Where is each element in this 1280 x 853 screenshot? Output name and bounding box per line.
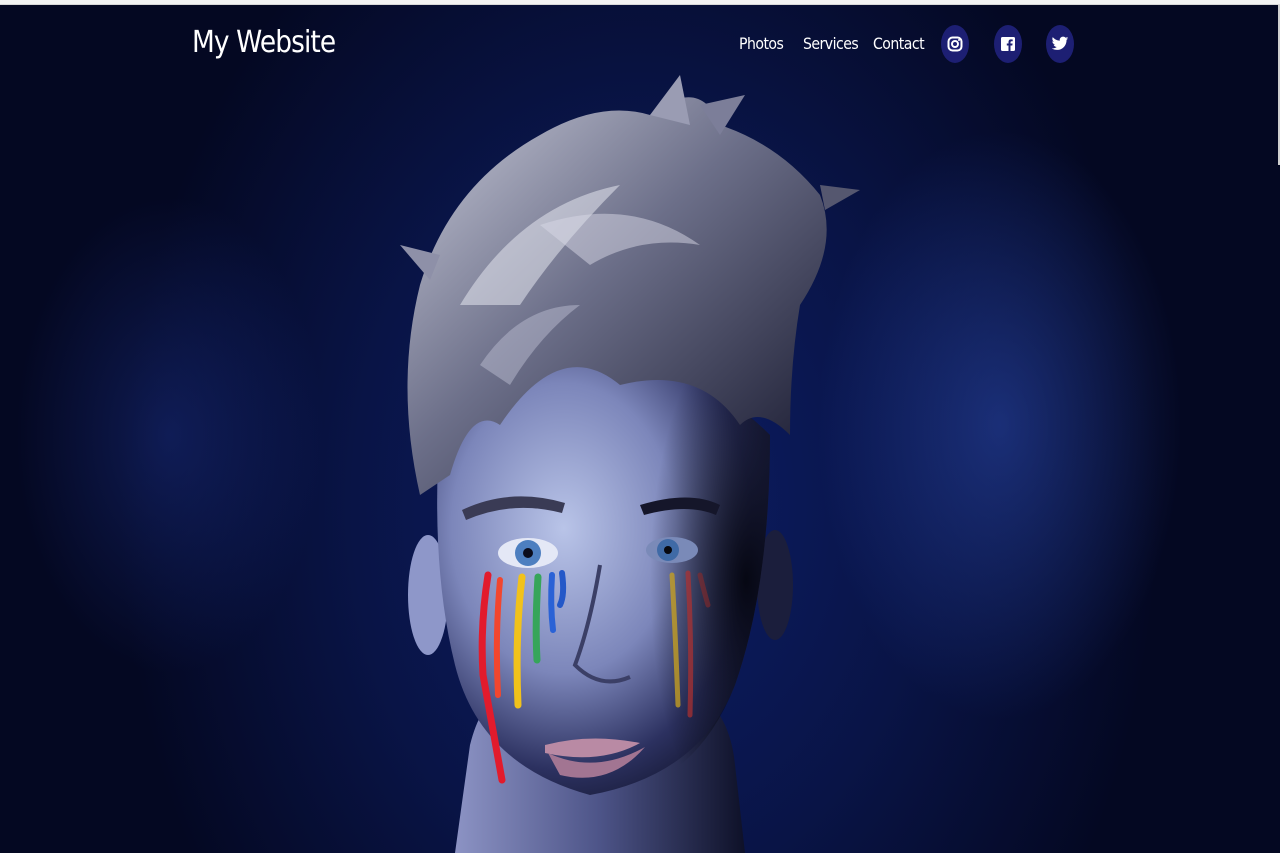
nav-link-services[interactable]: Services [803, 34, 859, 53]
instagram-icon [947, 36, 963, 52]
twitter-icon [1051, 36, 1069, 50]
site-header: My Website Photos Services Contact [0, 5, 1280, 85]
hero-section [0, 5, 1280, 853]
instagram-button[interactable] [941, 25, 969, 63]
nav-link-contact[interactable]: Contact [873, 34, 925, 53]
twitter-button[interactable] [1046, 25, 1074, 63]
hero-portrait-image [400, 75, 860, 853]
facebook-button[interactable] [994, 25, 1022, 63]
site-logo-link[interactable]: My Website [192, 25, 336, 60]
nav-link-photos[interactable]: Photos [739, 34, 784, 53]
facebook-icon [1001, 37, 1015, 51]
